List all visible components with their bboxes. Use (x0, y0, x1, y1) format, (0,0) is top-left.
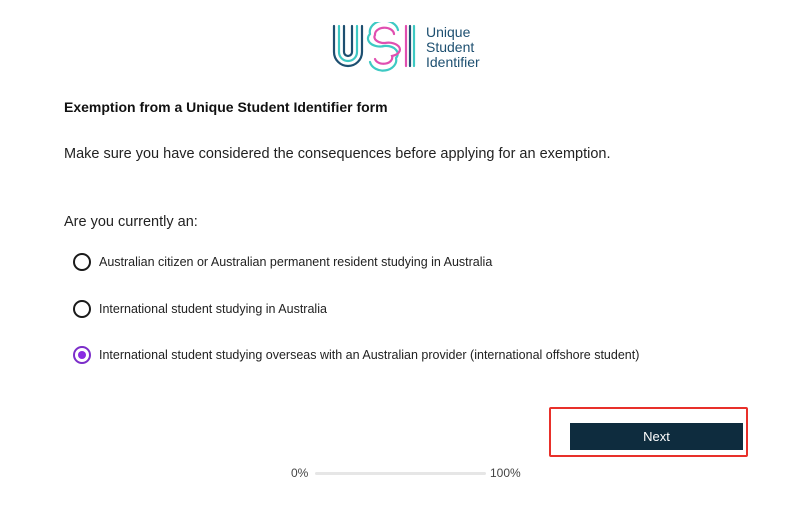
radio-button[interactable] (73, 300, 91, 318)
form-title: Exemption from a Unique Student Identifi… (64, 99, 388, 115)
next-button[interactable]: Next (570, 423, 743, 450)
progress-bar (315, 472, 486, 475)
option-australian-citizen[interactable]: Australian citizen or Australian permane… (73, 253, 492, 271)
option-label: International student studying in Austra… (99, 302, 327, 316)
progress-end-label: 100% (490, 466, 521, 480)
logo-line-student: Student (426, 38, 475, 55)
logo-line-identifier: Identifier (426, 53, 480, 70)
question-label: Are you currently an: (64, 214, 198, 230)
usi-logo-mark (332, 22, 416, 72)
intro-text: Make sure you have considered the conseq… (64, 146, 611, 162)
option-international-offshore[interactable]: International student studying overseas … (73, 346, 639, 364)
logo-wordmark: Unique Student Identifier (426, 23, 480, 70)
option-international-onshore[interactable]: International student studying in Austra… (73, 300, 327, 318)
radio-button[interactable] (73, 253, 91, 271)
option-label: Australian citizen or Australian permane… (99, 255, 493, 269)
progress-start-label: 0% (291, 466, 309, 480)
usi-logo: Unique Student Identifier (330, 22, 480, 72)
logo-line-unique: Unique (426, 23, 471, 40)
radio-button[interactable] (73, 346, 91, 364)
option-label: International student studying overseas … (99, 348, 640, 362)
